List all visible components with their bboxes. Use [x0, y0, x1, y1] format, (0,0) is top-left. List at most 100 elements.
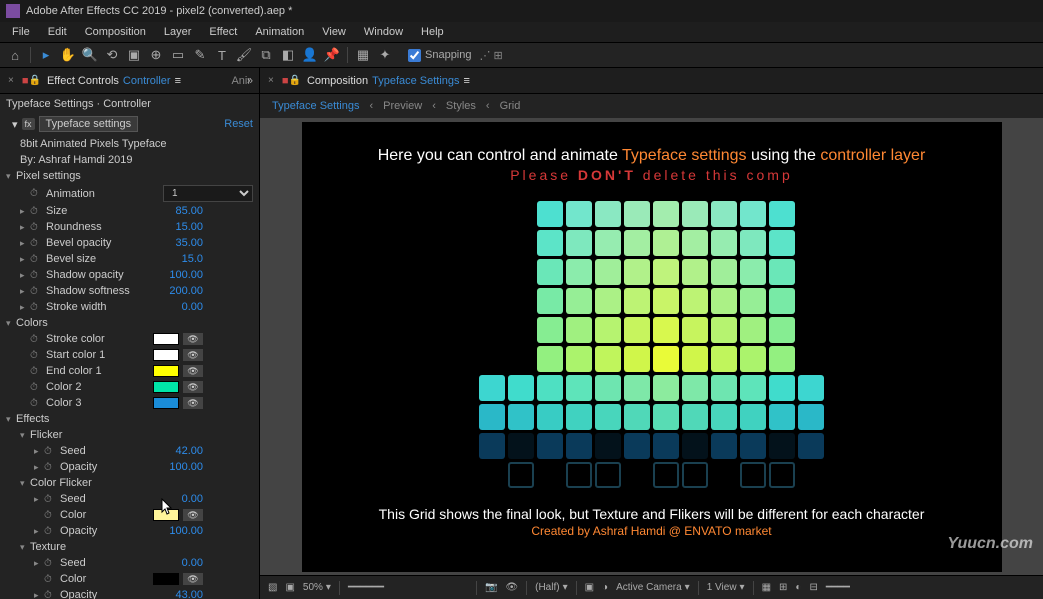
zoom-tool-icon[interactable]: 🔍 — [81, 46, 99, 64]
menu-layer[interactable]: Layer — [156, 24, 200, 40]
color-swatch[interactable] — [153, 397, 179, 409]
color-swatch[interactable] — [153, 349, 179, 361]
effect-name[interactable]: Typeface settings — [39, 116, 139, 132]
fx-badge[interactable]: fx — [22, 118, 35, 130]
property-value[interactable]: 200.00 — [169, 285, 203, 297]
color-swatch[interactable] — [153, 333, 179, 345]
tab-menu-icon[interactable]: ≡ — [464, 75, 470, 87]
twirl-icon[interactable]: ▸ — [34, 590, 44, 599]
lock-icon[interactable]: 🔒 — [289, 75, 301, 86]
twirl-icon[interactable]: ▸ — [20, 302, 30, 313]
color-swatch[interactable] — [153, 381, 179, 393]
eyedropper-icon[interactable]: 👁 — [183, 333, 203, 345]
breadcrumb-item[interactable]: Typeface Settings — [272, 100, 359, 112]
snapping-checkbox[interactable] — [408, 49, 421, 62]
stopwatch-icon[interactable]: ⏱ — [30, 302, 42, 313]
twirl-icon[interactable]: ▸ — [20, 238, 30, 249]
menu-file[interactable]: File — [4, 24, 38, 40]
stopwatch-icon[interactable]: ⏱ — [44, 574, 56, 585]
pen-tool-icon[interactable]: ✎ — [191, 46, 209, 64]
stopwatch-icon[interactable]: ⏱ — [30, 366, 42, 377]
hand-tool-icon[interactable]: ✋ — [59, 46, 77, 64]
twirl-icon[interactable]: ▸ — [34, 558, 44, 569]
brush-tool-icon[interactable]: 🖌 — [235, 46, 253, 64]
stopwatch-icon[interactable]: ⏱ — [30, 188, 42, 199]
property-value[interactable]: 15.00 — [175, 221, 203, 233]
reset-link[interactable]: Reset — [224, 118, 253, 130]
property-value[interactable]: 100.00 — [169, 525, 203, 537]
alpha-toggle-icon[interactable]: ▣ — [285, 582, 294, 593]
eyedropper-icon[interactable]: 👁 — [183, 573, 203, 585]
property-value[interactable]: 0.00 — [182, 493, 203, 505]
property-value[interactable]: 15.0 — [182, 253, 203, 265]
stopwatch-icon[interactable]: ⏱ — [30, 206, 42, 217]
selection-tool-icon[interactable]: ▸ — [37, 46, 55, 64]
stopwatch-icon[interactable]: ⏱ — [44, 558, 56, 569]
property-value[interactable]: 0.00 — [182, 557, 203, 569]
mask-icon[interactable]: ◐ — [795, 582, 801, 593]
stopwatch-icon[interactable]: ⏱ — [44, 526, 56, 537]
exposure-slider[interactable]: ━━━━ — [826, 582, 886, 593]
pan-behind-tool-icon[interactable]: ⊕ — [147, 46, 165, 64]
stopwatch-icon[interactable]: ⏱ — [44, 510, 56, 521]
eyedropper-icon[interactable]: 👁 — [183, 509, 203, 521]
menu-window[interactable]: Window — [356, 24, 411, 40]
menu-help[interactable]: Help — [413, 24, 452, 40]
property-value[interactable]: 100.00 — [169, 269, 203, 281]
snapping-toggle[interactable]: Snapping ⋰ ⊞ — [408, 49, 503, 62]
stopwatch-icon[interactable]: ⏱ — [30, 382, 42, 393]
eyedropper-icon[interactable]: 👁 — [183, 365, 203, 377]
camera-dropdown[interactable]: Active Camera ▾ — [616, 582, 690, 593]
property-value[interactable]: 43.00 — [175, 589, 203, 599]
menu-effect[interactable]: Effect — [201, 24, 245, 40]
roi-icon[interactable]: ▣ — [585, 582, 594, 593]
grid-tool-icon[interactable]: ▦ — [354, 46, 372, 64]
stopwatch-icon[interactable]: ⏱ — [44, 462, 56, 473]
eyedropper-icon[interactable]: 👁 — [183, 397, 203, 409]
resolution-dropdown[interactable]: (Half) ▾ — [535, 582, 567, 593]
menu-composition[interactable]: Composition — [77, 24, 154, 40]
property-value[interactable]: 85.00 — [175, 205, 203, 217]
animation-dropdown[interactable]: 1 — [163, 185, 253, 202]
stopwatch-icon[interactable]: ⏱ — [30, 334, 42, 345]
menu-animation[interactable]: Animation — [247, 24, 312, 40]
show-last-snapshot-icon[interactable]: 👁 — [505, 582, 518, 593]
twirl-icon[interactable]: ▾ — [20, 430, 30, 441]
stopwatch-icon[interactable]: ⏱ — [30, 398, 42, 409]
close-tab-icon[interactable]: × — [268, 75, 274, 86]
channel-icon[interactable]: ◑ — [602, 582, 608, 593]
twirl-icon[interactable]: ▸ — [20, 206, 30, 217]
shape-tool-icon[interactable]: ▭ — [169, 46, 187, 64]
grid-icon[interactable]: ▦ — [762, 582, 771, 593]
layer-toggle-icon[interactable]: ▧ — [268, 582, 277, 593]
home-icon[interactable]: ⌂ — [6, 46, 24, 64]
camera-tool-icon[interactable]: ▣ — [125, 46, 143, 64]
property-value[interactable]: 0.00 — [182, 301, 203, 313]
stopwatch-icon[interactable]: ⏱ — [30, 270, 42, 281]
stopwatch-icon[interactable]: ⏱ — [30, 350, 42, 361]
orbit-tool-icon[interactable]: ⟲ — [103, 46, 121, 64]
text-tool-icon[interactable]: T — [213, 46, 231, 64]
wand-tool-icon[interactable]: ✦ — [376, 46, 394, 64]
stopwatch-icon[interactable]: ⏱ — [30, 254, 42, 265]
composition-viewer[interactable]: Here you can control and animate Typefac… — [260, 118, 1043, 575]
twirl-icon[interactable]: ▾ — [6, 414, 16, 425]
twirl-icon[interactable]: ▾ — [6, 318, 16, 329]
breadcrumb-item[interactable]: Styles — [446, 100, 476, 112]
eyedropper-icon[interactable]: 👁 — [183, 381, 203, 393]
menu-view[interactable]: View — [314, 24, 354, 40]
breadcrumb-item[interactable]: Preview — [383, 100, 422, 112]
color-swatch[interactable] — [153, 365, 179, 377]
effect-controls-tab[interactable]: Effect Controls Controller ≡ — [41, 75, 187, 87]
panel-overflow-icon[interactable]: » — [247, 75, 253, 87]
stopwatch-icon[interactable]: ⏱ — [44, 446, 56, 457]
snapshot-icon[interactable]: 📷 — [485, 582, 497, 593]
twirl-icon[interactable]: ▸ — [34, 446, 44, 457]
timecode-display[interactable]: ━━━━━━ — [348, 582, 468, 593]
eraser-tool-icon[interactable]: ◧ — [279, 46, 297, 64]
stopwatch-icon[interactable]: ⏱ — [30, 222, 42, 233]
eyedropper-icon[interactable]: 👁 — [183, 349, 203, 361]
property-value[interactable]: 100.00 — [169, 461, 203, 473]
close-tab-icon[interactable]: × — [8, 75, 14, 86]
twirl-icon[interactable]: ▸ — [20, 270, 30, 281]
